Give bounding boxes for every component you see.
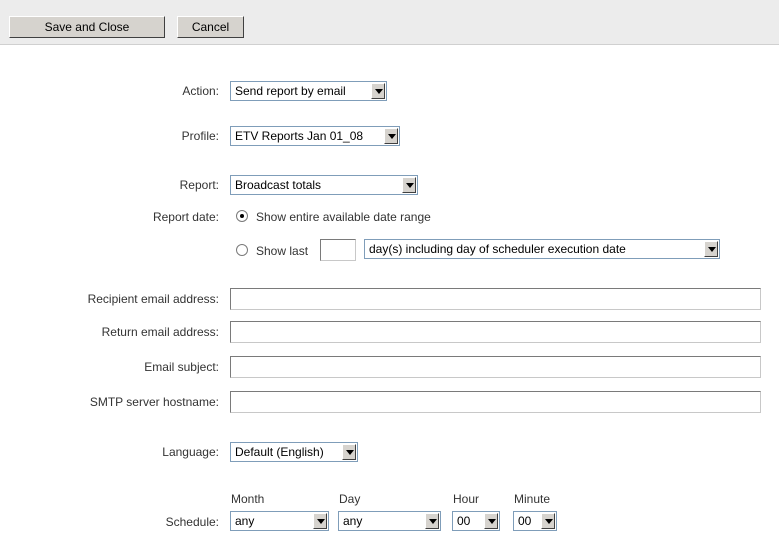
toolbar: Save and Close Cancel <box>0 0 779 45</box>
days-range-select[interactable]: day(s) including day of scheduler execut… <box>364 239 720 259</box>
recipient-email-input[interactable] <box>230 288 761 310</box>
save-and-close-button[interactable]: Save and Close <box>9 16 165 38</box>
smtp-hostname-label: SMTP server hostname: <box>89 395 219 409</box>
month-select[interactable]: any <box>230 511 329 531</box>
language-select[interactable]: Default (English) <box>230 442 358 462</box>
hour-select-value: 00 <box>457 514 471 528</box>
profile-label: Profile: <box>181 129 219 143</box>
cancel-button[interactable]: Cancel <box>177 16 244 38</box>
minute-select[interactable]: 00 <box>513 511 557 531</box>
month-caption: Month <box>231 492 265 506</box>
report-select-value: Broadcast totals <box>235 178 322 192</box>
email-subject-input[interactable] <box>230 356 761 378</box>
day-caption: Day <box>339 492 361 506</box>
hour-caption: Hour <box>453 492 480 506</box>
action-select-value: Send report by email <box>235 84 346 98</box>
return-email-input[interactable] <box>230 321 761 343</box>
schedule-label: Schedule: <box>165 515 219 529</box>
chevron-down-icon[interactable] <box>313 513 327 529</box>
report-select[interactable]: Broadcast totals <box>230 175 418 195</box>
days-count-input[interactable] <box>320 239 356 261</box>
show-last-label: Show last <box>256 244 309 258</box>
return-email-label: Return email address: <box>101 325 219 339</box>
chevron-down-icon[interactable] <box>704 241 718 257</box>
chevron-down-icon[interactable] <box>384 128 398 144</box>
month-select-value: any <box>235 514 255 528</box>
chevron-down-icon[interactable] <box>541 513 555 529</box>
minute-select-value: 00 <box>518 514 532 528</box>
day-select-value: any <box>343 514 363 528</box>
days-range-select-value: day(s) including day of scheduler execut… <box>369 242 626 256</box>
day-select[interactable]: any <box>338 511 441 531</box>
radio-show-last[interactable] <box>236 244 248 256</box>
radio-show-entire-range[interactable] <box>236 210 248 222</box>
chevron-down-icon[interactable] <box>371 83 385 99</box>
report-label: Report: <box>179 178 219 192</box>
minute-caption: Minute <box>514 492 551 506</box>
hour-select[interactable]: 00 <box>452 511 500 531</box>
action-label: Action: <box>182 84 219 98</box>
profile-select[interactable]: ETV Reports Jan 01_08 <box>230 126 400 146</box>
show-entire-range-label: Show entire available date range <box>256 210 431 224</box>
email-subject-label: Email subject: <box>144 360 219 374</box>
smtp-hostname-input[interactable] <box>230 391 761 413</box>
action-select[interactable]: Send report by email <box>230 81 387 101</box>
chevron-down-icon[interactable] <box>484 513 498 529</box>
chevron-down-icon[interactable] <box>425 513 439 529</box>
recipient-email-label: Recipient email address: <box>87 292 219 306</box>
chevron-down-icon[interactable] <box>402 177 416 193</box>
profile-select-value: ETV Reports Jan 01_08 <box>235 129 364 143</box>
language-label: Language: <box>162 445 219 459</box>
language-select-value: Default (English) <box>235 445 324 459</box>
chevron-down-icon[interactable] <box>342 444 356 460</box>
report-date-label: Report date: <box>152 210 219 224</box>
